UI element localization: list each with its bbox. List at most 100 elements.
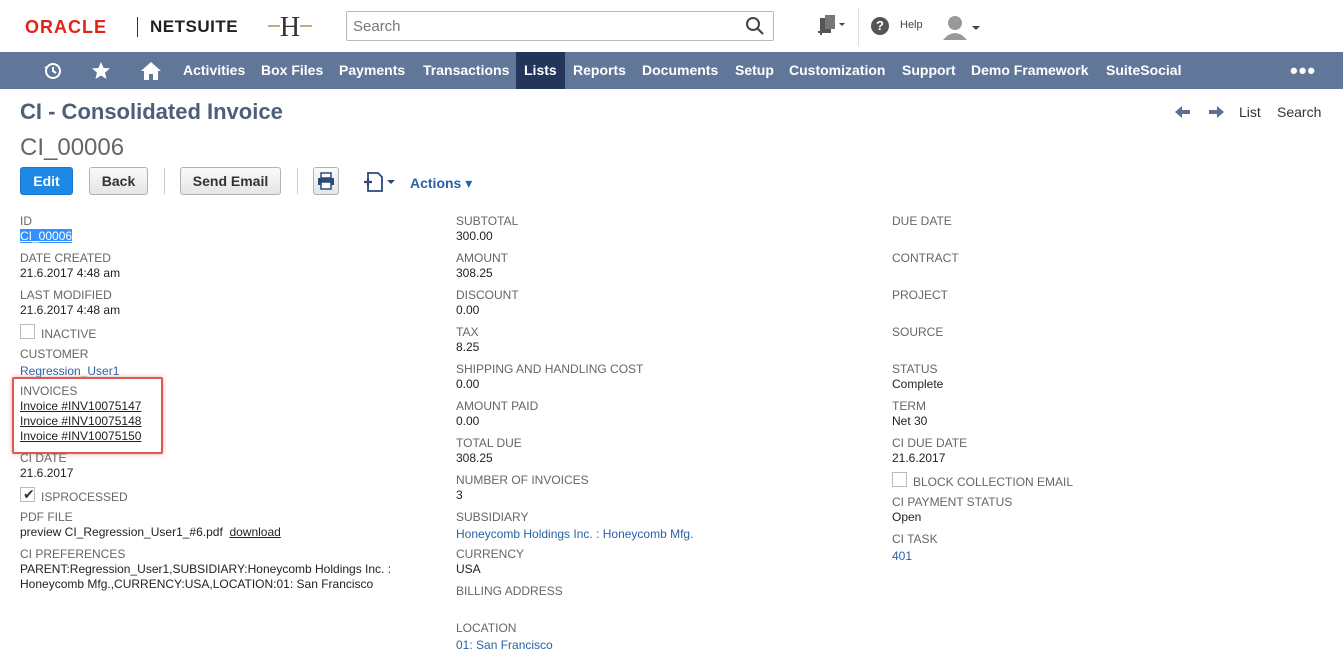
invoices-label: INVOICES: [20, 384, 78, 398]
print-button[interactable]: [313, 167, 339, 195]
currency-label: CURRENCY: [456, 547, 525, 561]
checkmark-icon: ✔: [23, 485, 35, 502]
home-icon[interactable]: [133, 52, 169, 89]
new-record-icon[interactable]: [362, 171, 398, 193]
billing-address-field: BILLING ADDRESS: [456, 584, 563, 599]
nav-demo-framework[interactable]: Demo Framework: [971, 52, 1088, 89]
subtotal-value: 300.00: [456, 229, 493, 243]
edit-button[interactable]: Edit: [20, 167, 73, 195]
ci-date-value: 21.6.2017: [20, 466, 74, 480]
nav-setup[interactable]: Setup: [735, 52, 774, 89]
next-record-arrow-icon[interactable]: [1207, 104, 1225, 120]
search-link[interactable]: Search: [1277, 104, 1321, 120]
status-value: Complete: [892, 377, 944, 391]
actions-menu[interactable]: Actions ▾: [410, 175, 472, 192]
nav-lists[interactable]: Lists: [516, 52, 565, 89]
ci-task-label: CI TASK: [892, 532, 938, 546]
invoice-link[interactable]: Invoice #INV10075150: [20, 429, 141, 444]
user-avatar-icon[interactable]: [940, 14, 982, 40]
nav-suitesocial[interactable]: SuiteSocial: [1106, 52, 1181, 89]
nav-activities[interactable]: Activities: [183, 52, 245, 89]
customer-field: CUSTOMER Regression_User1: [20, 347, 119, 380]
ci-preferences-field: CI PREFERENCES PARENT:Regression_User1,S…: [20, 547, 391, 592]
block-collection-email-checkbox: [892, 471, 907, 487]
main-navigation: Activities Box Files Payments Transactio…: [0, 52, 1343, 89]
block-collection-email-label: BLOCK COLLECTION EMAIL: [913, 475, 1074, 489]
record-id-heading: CI_00006: [20, 134, 125, 161]
location-label: LOCATION: [456, 621, 517, 635]
netsuite-logo: NETSUITE: [150, 17, 239, 36]
ci-date-field: CI DATE 21.6.2017: [20, 451, 73, 481]
amount-paid-field: AMOUNT PAID 0.00: [456, 399, 538, 429]
inactive-checkbox: [20, 323, 35, 339]
billing-address-label: BILLING ADDRESS: [456, 584, 563, 598]
favorites-star-icon[interactable]: [83, 52, 119, 89]
shipping-value: 0.00: [456, 377, 480, 391]
oracle-logo: ORACLE: [25, 17, 107, 37]
list-link[interactable]: List: [1239, 104, 1261, 120]
search-icon[interactable]: [745, 16, 765, 36]
contract-field: CONTRACT: [892, 251, 959, 266]
pdf-file-preview[interactable]: preview CI_Regression_User1_#6.pdf: [20, 525, 223, 539]
customer-link[interactable]: Regression_User1: [20, 364, 119, 378]
amount-paid-value: 0.00: [456, 414, 480, 428]
logo-divider: [137, 17, 138, 37]
invoices-field: INVOICES Invoice #INV10075147 Invoice #I…: [20, 384, 141, 444]
source-label: SOURCE: [892, 325, 944, 339]
button-divider: [297, 168, 298, 194]
total-due-value: 308.25: [456, 451, 493, 465]
search-input[interactable]: [347, 12, 737, 40]
ci-task-link[interactable]: 401: [892, 549, 912, 563]
global-search[interactable]: [346, 11, 774, 41]
recent-records-icon[interactable]: [816, 14, 848, 38]
invoice-link[interactable]: Invoice #INV10075148: [20, 414, 141, 429]
ci-preferences-line2: Honeycomb Mfg.,CURRENCY:USA,LOCATION:01:…: [20, 577, 374, 591]
status-label: STATUS: [892, 362, 938, 376]
subtotal-field: SUBTOTAL 300.00: [456, 214, 518, 244]
help-link[interactable]: Help: [900, 19, 923, 31]
nav-reports[interactable]: Reports: [573, 52, 626, 89]
subsidiary-field: SUBSIDIARY Honeycomb Holdings Inc. : Hon…: [456, 510, 693, 543]
print-icon: [318, 172, 334, 190]
total-due-field: TOTAL DUE 308.25: [456, 436, 522, 466]
recent-history-icon[interactable]: [35, 52, 71, 89]
back-button[interactable]: Back: [89, 167, 148, 195]
ci-payment-status-label: CI PAYMENT STATUS: [892, 495, 1013, 509]
location-link[interactable]: 01: San Francisco: [456, 638, 553, 652]
nav-payments[interactable]: Payments: [339, 52, 405, 89]
nav-customization[interactable]: Customization: [789, 52, 885, 89]
due-date-field: DUE DATE: [892, 214, 952, 229]
top-header: ORACLE NETSUITE H ? Help: [0, 0, 1343, 52]
project-label: PROJECT: [892, 288, 949, 302]
source-field: SOURCE: [892, 325, 943, 340]
send-email-button[interactable]: Send Email: [180, 167, 281, 195]
page-title: CI - Consolidated Invoice: [20, 99, 283, 124]
invoice-link[interactable]: Invoice #INV10075147: [20, 399, 141, 414]
ci-due-date-value: 21.6.2017: [892, 451, 946, 465]
date-created-label: DATE CREATED: [20, 251, 111, 265]
pdf-download-link[interactable]: download: [229, 525, 280, 539]
previous-record-arrow-icon[interactable]: [1174, 104, 1192, 120]
nav-support[interactable]: Support: [902, 52, 956, 89]
project-field: PROJECT: [892, 288, 948, 303]
number-of-invoices-field: NUMBER OF INVOICES 3: [456, 473, 589, 503]
amount-field: AMOUNT 308.25: [456, 251, 508, 281]
id-label: ID: [20, 214, 32, 228]
help-icon[interactable]: ?: [871, 17, 889, 35]
id-value: CI_00006: [20, 229, 73, 243]
isprocessed-checkbox: ✔: [20, 485, 35, 502]
inactive-label: INACTIVE: [41, 327, 97, 341]
nav-more-menu[interactable]: •••: [1290, 52, 1316, 89]
inactive-field: INACTIVE: [20, 320, 96, 342]
nav-box-files[interactable]: Box Files: [261, 52, 323, 89]
subsidiary-link[interactable]: Honeycomb Holdings Inc. : Honeycomb Mfg.: [456, 527, 693, 541]
nav-documents[interactable]: Documents: [642, 52, 718, 89]
discount-value: 0.00: [456, 303, 480, 317]
company-logo-icon: H: [268, 12, 312, 42]
block-collection-email-field: BLOCK COLLECTION EMAIL: [892, 468, 1073, 490]
customer-label: CUSTOMER: [20, 347, 89, 361]
amount-paid-label: AMOUNT PAID: [456, 399, 539, 413]
nav-transactions[interactable]: Transactions: [423, 52, 509, 89]
isprocessed-field: ✔ ISPROCESSED: [20, 483, 128, 505]
id-field: ID CI_00006: [20, 214, 73, 244]
